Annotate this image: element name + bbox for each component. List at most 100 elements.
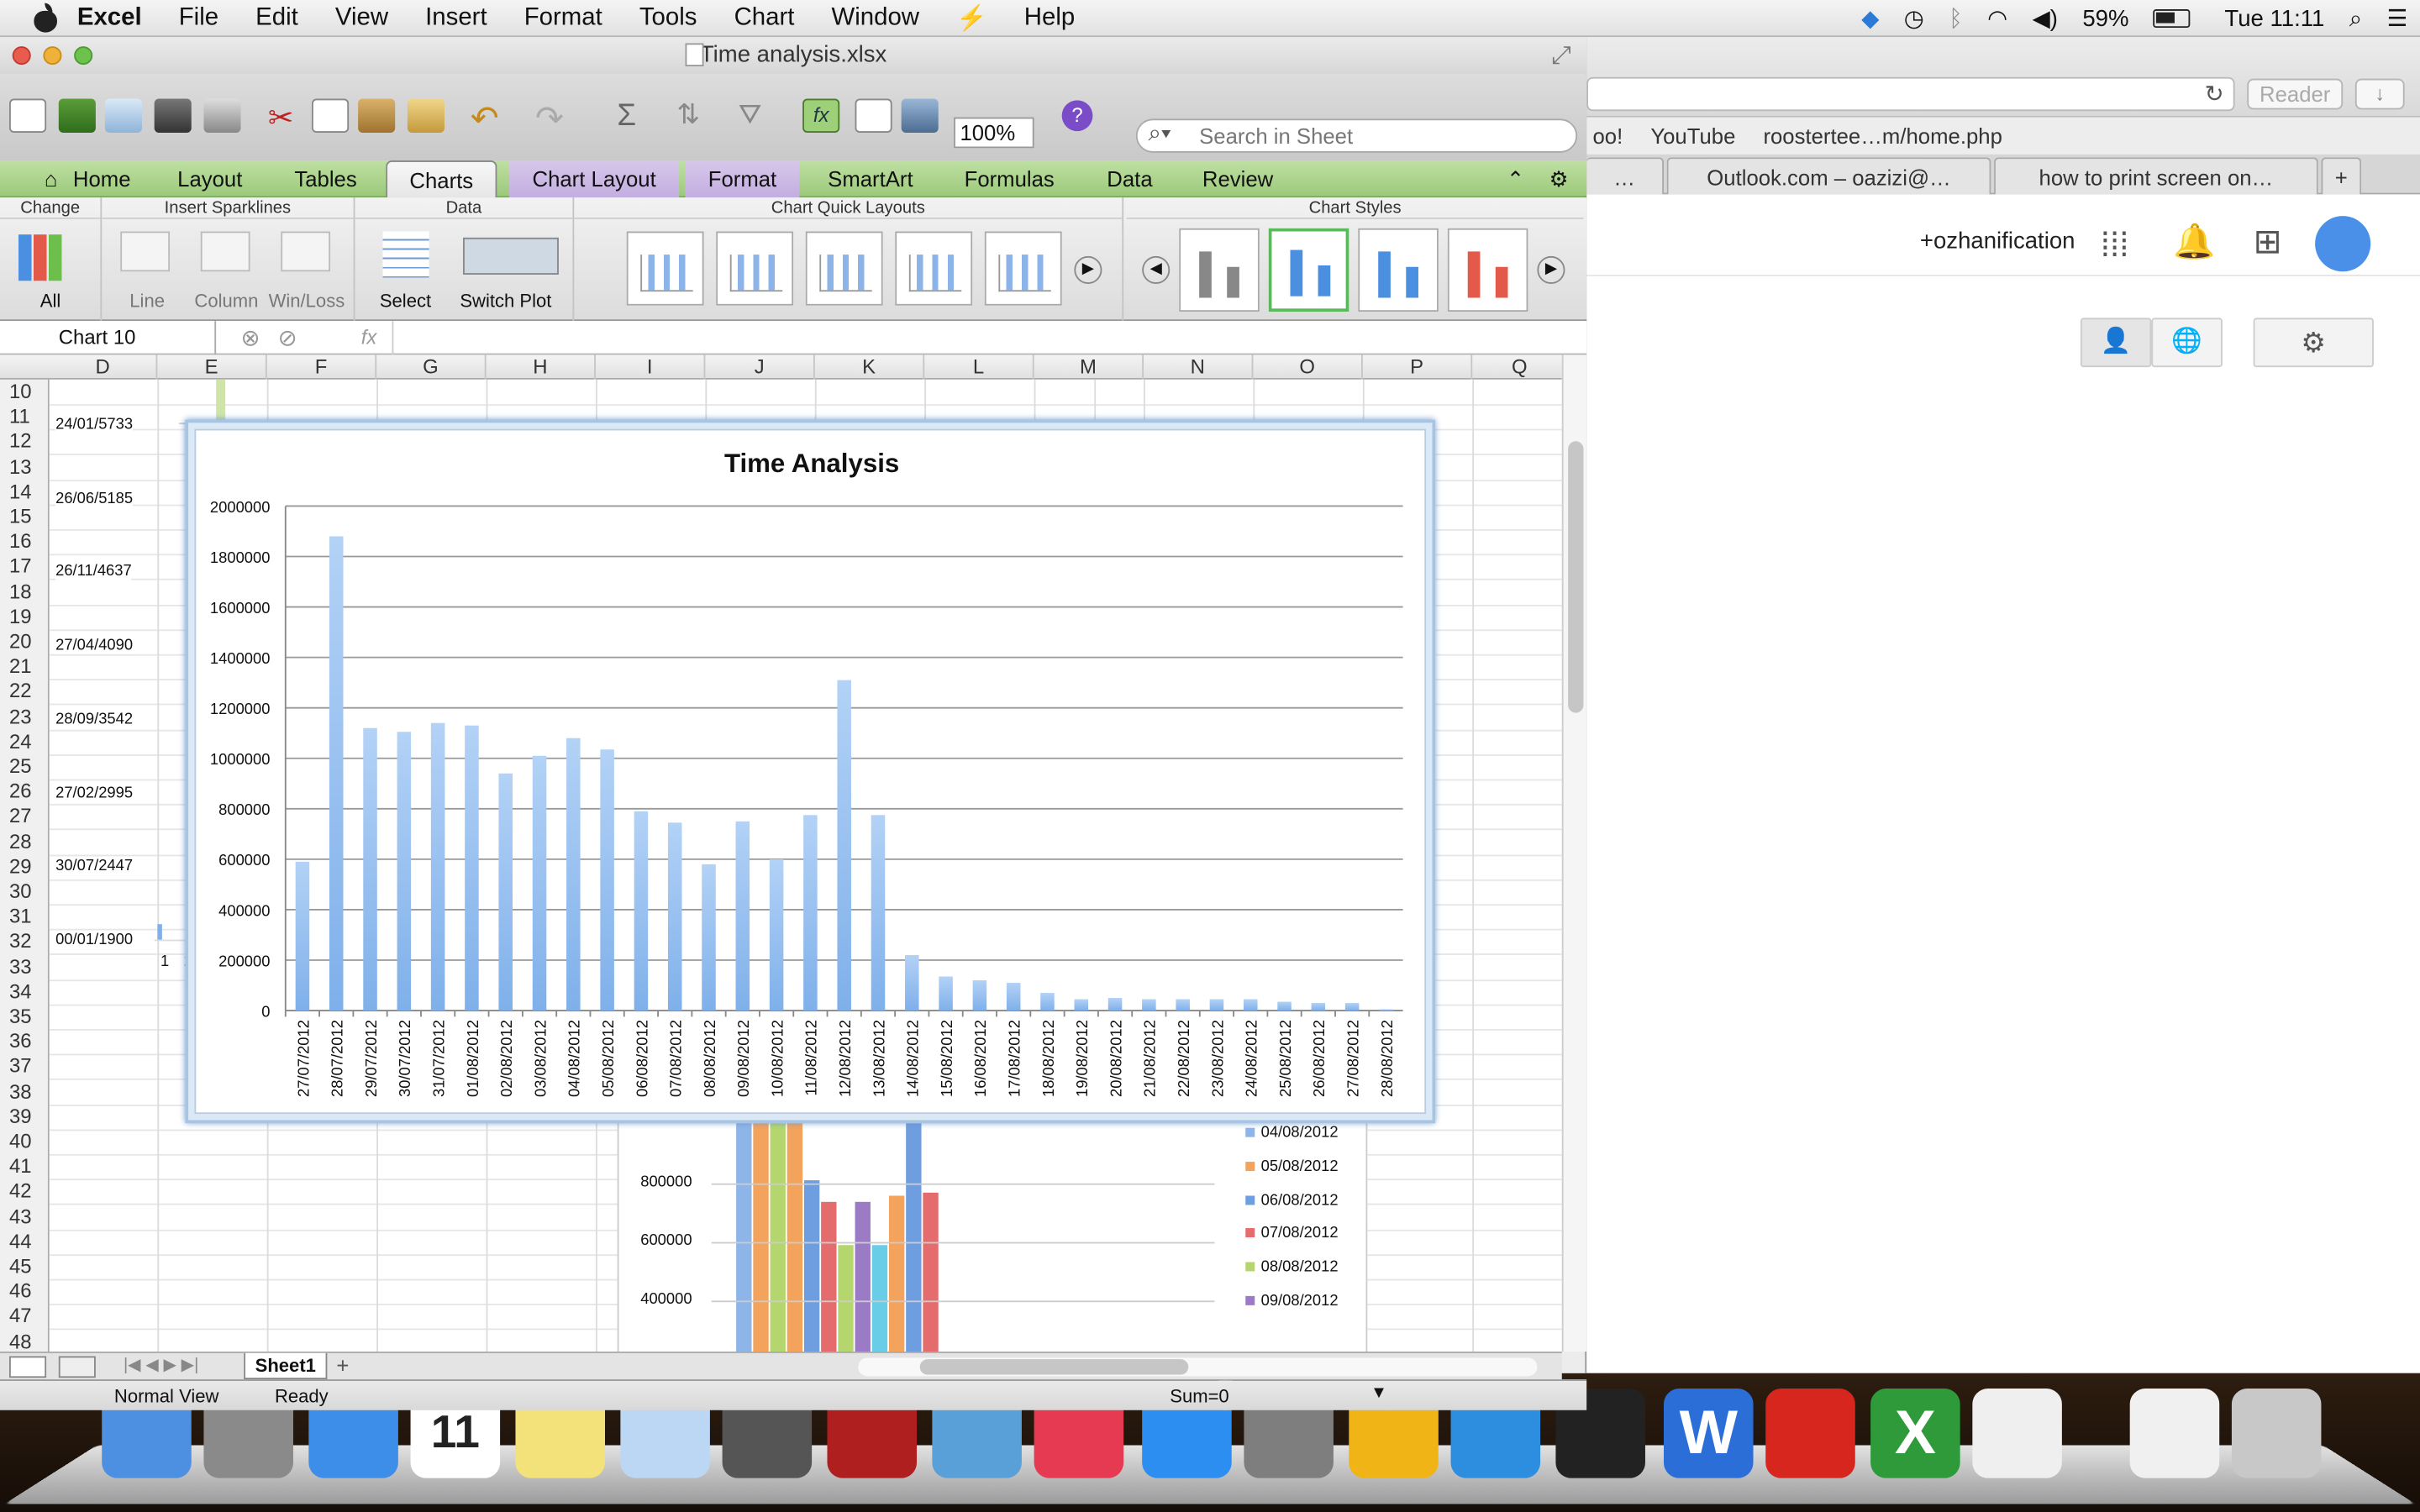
normal-view-icon[interactable] — [9, 1356, 47, 1378]
spotlight-icon[interactable]: ⌕ — [2349, 5, 2362, 31]
row-header[interactable]: 35 — [0, 1005, 50, 1029]
menu-window[interactable]: Window — [813, 4, 938, 32]
tab-layout[interactable]: Layout — [160, 160, 260, 197]
row-header[interactable]: 11 — [0, 405, 50, 429]
time-machine-icon[interactable]: ◷ — [1904, 5, 1924, 32]
row-header[interactable]: 43 — [0, 1205, 50, 1229]
battery-icon[interactable] — [2153, 9, 2191, 29]
menu-insert[interactable]: Insert — [407, 4, 506, 32]
new-workbook-icon[interactable] — [9, 98, 47, 133]
formula-input[interactable] — [392, 321, 1560, 355]
row-header[interactable]: 44 — [0, 1230, 50, 1254]
column-header[interactable]: H — [487, 354, 596, 380]
help-icon[interactable]: ? — [1061, 100, 1093, 132]
new-tab-button[interactable]: + — [2321, 157, 2362, 195]
row-header[interactable]: 19 — [0, 605, 50, 629]
reader-button[interactable]: Reader — [2247, 78, 2344, 110]
column-header[interactable]: F — [267, 354, 377, 380]
avatar[interactable] — [2315, 216, 2371, 272]
row-header[interactable]: 13 — [0, 454, 50, 479]
chart-bar[interactable] — [1040, 993, 1055, 1011]
column-header[interactable]: O — [1253, 354, 1363, 380]
notifications-bell-icon[interactable]: 🔔 — [2173, 222, 2215, 262]
row-header[interactable]: 20 — [0, 629, 50, 654]
chart-bar[interactable] — [566, 738, 581, 1011]
clock[interactable]: Tue 11:11 — [2224, 5, 2324, 31]
apple-menu-icon[interactable] — [31, 2, 59, 34]
bluetooth-icon[interactable]: ᛒ — [1949, 5, 1963, 31]
column-header[interactable]: K — [815, 354, 925, 380]
chart-bar[interactable] — [295, 861, 310, 1011]
row-header[interactable]: 32 — [0, 929, 50, 953]
row-header[interactable]: 39 — [0, 1105, 50, 1129]
winloss-button[interactable]: Win/Loss — [269, 290, 345, 312]
tab-formulas[interactable]: Formulas — [944, 160, 1074, 197]
chart-bar[interactable] — [939, 976, 953, 1011]
quick-layout-5[interactable] — [984, 231, 1062, 306]
chart-bar[interactable] — [1074, 999, 1089, 1011]
dock-excel-icon[interactable]: X — [1870, 1389, 1960, 1478]
tab-home[interactable]: Home — [61, 160, 142, 197]
horizontal-scrollbar[interactable] — [858, 1357, 1538, 1377]
row-header[interactable]: 27 — [0, 805, 50, 829]
line-sparkline-icon[interactable] — [120, 231, 171, 272]
print-icon[interactable] — [203, 98, 241, 133]
sheet-tab[interactable]: Sheet1 — [244, 1352, 328, 1380]
chart-bar[interactable] — [803, 815, 818, 1011]
notification-center-icon[interactable]: ☰ — [2387, 5, 2408, 32]
column-header[interactable]: J — [705, 354, 815, 380]
column-header[interactable]: P — [1363, 354, 1473, 380]
column-header[interactable]: D — [50, 354, 158, 380]
format-painter-icon[interactable] — [407, 98, 445, 133]
row-header[interactable]: 29 — [0, 854, 50, 879]
bookmark-youtube[interactable]: YouTube — [1650, 123, 1735, 148]
bookmark[interactable]: oo! — [1593, 123, 1623, 148]
user-name-link[interactable]: +ozhanification — [1920, 228, 2075, 255]
dock-word-icon[interactable]: W — [1664, 1389, 1754, 1478]
browser-tab-outlook[interactable]: Outlook.com – oazizi@… — [1666, 157, 1991, 195]
row-header[interactable]: 34 — [0, 979, 50, 1004]
save-icon[interactable] — [154, 98, 192, 133]
row-header[interactable]: 18 — [0, 580, 50, 604]
dock-trash-icon[interactable] — [2231, 1389, 2322, 1478]
chart-plot[interactable]: 0 200000 400000 600000 800000 1000000 1200000 1… — [196, 430, 1428, 1116]
row-header[interactable]: 48 — [0, 1330, 50, 1354]
chart-bar[interactable] — [1142, 999, 1156, 1011]
battery-percent[interactable]: 59% — [2082, 5, 2128, 31]
line-button[interactable]: Line — [129, 290, 165, 312]
chart-bar[interactable] — [498, 773, 513, 1011]
row-header[interactable]: 36 — [0, 1029, 50, 1053]
row-header[interactable]: 40 — [0, 1129, 50, 1153]
address-bar[interactable]: ↻ — [1586, 76, 2235, 112]
gallery-icon[interactable] — [855, 98, 892, 133]
chart-bar[interactable] — [1107, 998, 1123, 1011]
close-window-icon[interactable] — [12, 46, 31, 66]
tab-format[interactable]: Format — [685, 160, 800, 198]
vertical-scrollbar[interactable] — [1561, 354, 1587, 1352]
redo-icon[interactable]: ↷ — [531, 99, 568, 138]
undo-icon[interactable]: ↶ — [466, 99, 503, 138]
row-header[interactable]: 21 — [0, 654, 50, 679]
autosum-icon[interactable]: Σ — [608, 99, 645, 133]
change-all-button[interactable]: All — [40, 290, 61, 312]
next-layout-arrow-icon[interactable]: ▶ — [1074, 255, 1102, 284]
name-box[interactable]: Chart 10 — [0, 321, 217, 355]
winloss-sparkline-icon[interactable] — [281, 231, 331, 272]
tab-data[interactable]: Data — [1086, 160, 1173, 197]
quick-layout-4[interactable] — [895, 231, 973, 306]
row-header[interactable]: 28 — [0, 829, 50, 853]
next-style-arrow-icon[interactable]: ▶ — [1537, 255, 1565, 284]
menu-view[interactable]: View — [317, 4, 407, 32]
wifi-icon[interactable]: ◠ — [1987, 5, 2007, 32]
chart-bar[interactable] — [837, 680, 851, 1011]
column-header[interactable]: G — [376, 354, 487, 380]
sum-dropdown-icon[interactable]: ▼ — [1370, 1384, 1387, 1403]
tab-tables[interactable]: Tables — [278, 160, 374, 197]
sort-icon[interactable]: ⇅ — [670, 99, 707, 133]
globe-toggle-button[interactable]: 🌐 — [2151, 318, 2223, 368]
chart-bar[interactable] — [430, 722, 445, 1011]
cut-icon[interactable]: ✂ — [262, 99, 299, 135]
quick-layout-3[interactable] — [805, 231, 883, 306]
chart-bar[interactable] — [1176, 999, 1190, 1011]
chart-type-icon[interactable] — [18, 234, 62, 281]
